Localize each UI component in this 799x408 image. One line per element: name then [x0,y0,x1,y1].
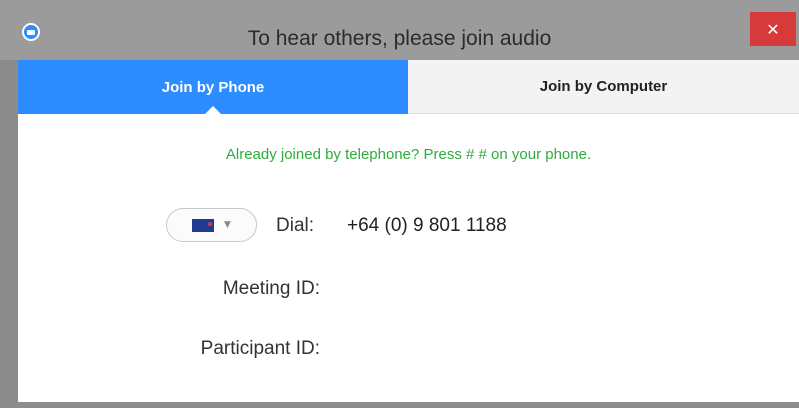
active-tab-indicator [204,106,222,115]
country-selector[interactable]: ▼ [166,208,257,242]
tab-label: Join by Computer [539,78,668,95]
close-icon: ✕ [766,19,780,39]
close-button[interactable]: ✕ [750,12,796,46]
title-bar[interactable]: To hear others, please join audio ✕ [0,0,799,60]
already-joined-notice: Already joined by telephone? Press # # o… [225,146,592,163]
tab-join-by-computer[interactable]: Join by Computer [408,60,799,114]
meeting-id-label: Meeting ID: [222,278,320,299]
participant-id-label: Participant ID: [200,338,320,359]
dialog-content: Join by Phone Join by Computer Already j… [18,60,799,402]
tab-label: Join by Phone [161,78,265,96]
tab-bar: Join by Phone Join by Computer [18,60,799,115]
window-title: To hear others, please join audio [247,27,552,50]
dial-label: Dial: [276,215,315,236]
join-audio-window: To hear others, please join audio ✕ Join… [0,0,799,408]
nz-flag-icon [192,218,215,232]
chevron-down-icon: ▼ [224,220,231,230]
dial-number: +64 (0) 9 801 1188 [347,215,507,236]
tab-join-by-phone[interactable]: Join by Phone [18,60,408,115]
